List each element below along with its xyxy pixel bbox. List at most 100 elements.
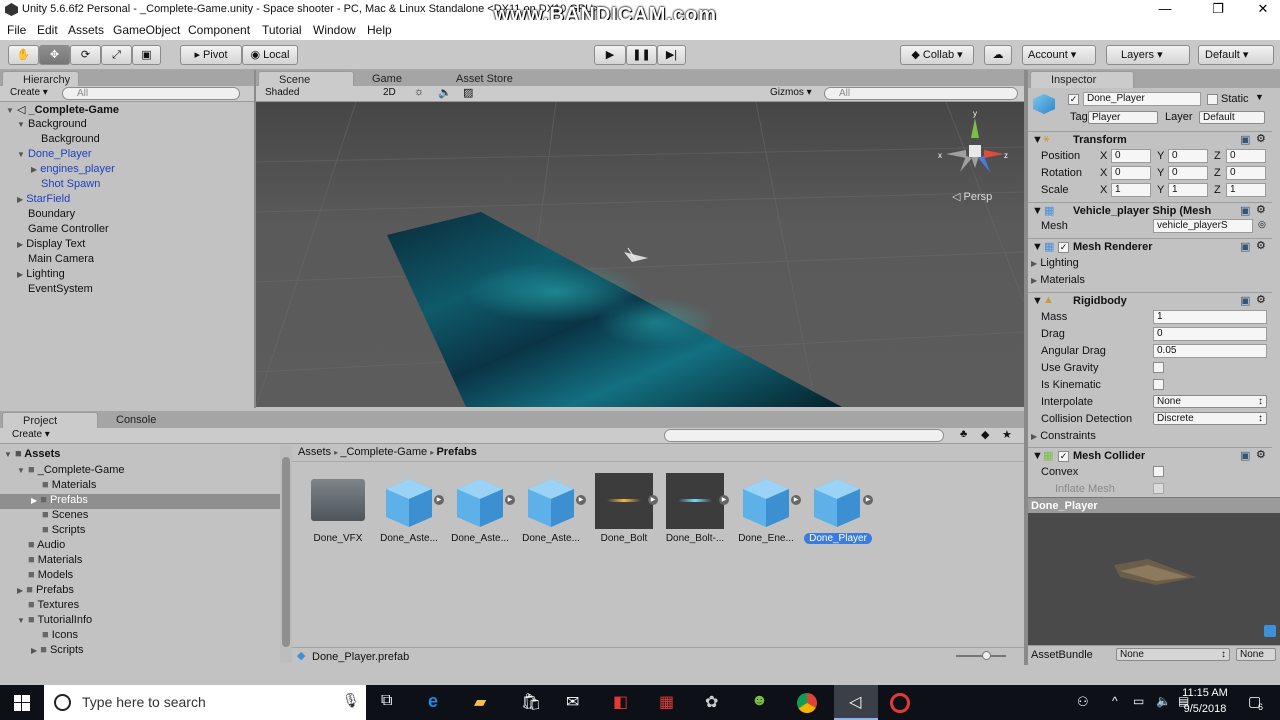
mesh-collider-header[interactable]: ▼ ▦ ✓ Mesh Collider ▣ ⚙ xyxy=(1028,447,1272,465)
menu-component[interactable]: Component xyxy=(188,23,250,37)
network-icon[interactable]: ▭ xyxy=(1133,694,1144,708)
chrome-icon[interactable] xyxy=(797,693,817,713)
expand-arrow-icon[interactable]: ▶ xyxy=(719,495,729,505)
list-item[interactable]: ▼ Done_Player xyxy=(17,148,92,160)
mail-icon[interactable]: ✉ xyxy=(566,692,579,712)
hand-tool-icon[interactable]: ✋ xyxy=(8,45,39,65)
static-checkbox[interactable] xyxy=(1207,94,1218,105)
gizmos-dropdown[interactable]: Gizmos ▾ xyxy=(770,87,812,98)
folder-item-selected[interactable]: ▶ ■ Prefabs xyxy=(0,494,280,509)
asset-label[interactable]: Done_VFX xyxy=(302,533,374,544)
scale-x[interactable]: 1 xyxy=(1111,183,1151,197)
layer-dropdown[interactable]: Default xyxy=(1199,111,1265,124)
close-icon[interactable]: ✕ xyxy=(1240,0,1280,20)
scene-root[interactable]: ▼ ◁ _Complete-Game xyxy=(6,103,119,116)
player-ship-icon[interactable] xyxy=(624,247,648,262)
scale-z[interactable]: 1 xyxy=(1226,183,1266,197)
tab-inspector[interactable]: Inspector xyxy=(1030,71,1134,88)
rotation-x[interactable]: 0 xyxy=(1111,166,1151,180)
bolt-thumbnail[interactable] xyxy=(666,473,724,529)
breadcrumb-prefabs[interactable]: Prefabs xyxy=(436,446,476,458)
menu-tutorial[interactable]: Tutorial xyxy=(262,23,302,37)
menu-file[interactable]: File xyxy=(7,23,26,37)
cloud-icon[interactable]: ☁ xyxy=(984,45,1012,65)
store-icon[interactable]: 🛍 xyxy=(521,692,541,712)
scale-tool-icon[interactable]: ⤢ xyxy=(101,45,132,65)
shading-dropdown[interactable]: Shaded xyxy=(265,87,299,98)
preview-settings-icon[interactable] xyxy=(1264,625,1276,637)
volume-icon[interactable]: 🔈 xyxy=(1156,694,1171,708)
expand-arrow-icon[interactable]: ▶ xyxy=(505,495,515,505)
project-search-input[interactable] xyxy=(664,429,944,442)
rotation-z[interactable]: 0 xyxy=(1226,166,1266,180)
account-dropdown[interactable]: Account ▾ xyxy=(1022,45,1096,65)
file-explorer-icon[interactable]: ▰ xyxy=(474,692,486,712)
help-icon[interactable]: ▣ xyxy=(1240,204,1250,217)
scale-y[interactable]: 1 xyxy=(1168,183,1208,197)
bandicam-icon[interactable] xyxy=(890,693,910,713)
convex-checkbox[interactable] xyxy=(1153,466,1164,477)
object-name-field[interactable]: Done_Player xyxy=(1083,92,1201,106)
folder-item[interactable]: ▶ ■ Prefabs xyxy=(17,584,74,596)
gear-icon[interactable]: ⚙ xyxy=(1256,203,1266,216)
object-picker-icon[interactable]: ◎ xyxy=(1258,219,1266,230)
mesh-filter-expander[interactable]: ▼ xyxy=(1032,205,1043,217)
assetbundle-variant-dropdown[interactable]: None xyxy=(1236,648,1276,661)
app-icon[interactable]: ▦ xyxy=(659,692,674,712)
list-item[interactable]: ▶ engines_player xyxy=(31,163,115,175)
icon-size-slider[interactable] xyxy=(956,655,1006,657)
rotate-tool-icon[interactable]: ⟳ xyxy=(70,45,101,65)
menu-window[interactable]: Window xyxy=(313,23,356,37)
mesh-renderer-expander[interactable]: ▼ xyxy=(1032,241,1043,253)
rigidbody-header[interactable]: ▼ ▲ Rigidbody ▣ ⚙ xyxy=(1028,292,1272,310)
rect-tool-icon[interactable]: ▣ xyxy=(132,45,161,65)
constraints-foldout[interactable]: ▶ Constraints xyxy=(1031,430,1096,442)
list-item[interactable]: EventSystem xyxy=(28,283,93,295)
transform-expander[interactable]: ▼ xyxy=(1032,134,1043,146)
expand-arrow-icon[interactable]: ▶ xyxy=(791,495,801,505)
tag-dropdown[interactable]: Player xyxy=(1088,111,1158,124)
help-icon[interactable]: ▣ xyxy=(1240,133,1250,146)
preview-header[interactable]: Done_Player xyxy=(1028,497,1280,513)
asset-label[interactable]: Done_Aste... xyxy=(373,533,445,544)
microphone-icon[interactable]: 🎙 xyxy=(342,692,360,709)
gear-icon[interactable]: ⚙ xyxy=(1256,448,1266,461)
help-icon[interactable]: ▣ xyxy=(1240,449,1250,462)
active-checkbox[interactable]: ✓ xyxy=(1068,94,1079,105)
list-item[interactable]: Game Controller xyxy=(28,223,109,235)
persp-label[interactable]: ◁ Persp xyxy=(952,190,992,203)
folder-icon[interactable] xyxy=(311,479,365,521)
move-tool-icon[interactable]: ✥ xyxy=(39,45,70,65)
menu-assets[interactable]: Assets xyxy=(68,23,104,37)
expand-arrow-icon[interactable]: ▶ xyxy=(648,495,658,505)
maximize-icon[interactable]: ❐ xyxy=(1195,0,1241,20)
icon-size-slider-thumb[interactable] xyxy=(982,651,991,660)
scene-viewport[interactable]: y z x ◁ Persp xyxy=(256,102,1024,407)
preview-viewport[interactable] xyxy=(1028,513,1280,645)
project-create-button[interactable]: Create ▾ xyxy=(12,429,50,440)
folder-item[interactable]: ■ Icons xyxy=(42,629,78,641)
folder-item[interactable]: ■ Models xyxy=(28,569,73,581)
list-item[interactable]: Boundary xyxy=(28,208,75,220)
help-icon[interactable]: ▣ xyxy=(1240,294,1250,307)
folder-item[interactable]: ▼ ■ Assets xyxy=(4,448,60,460)
effects-toggle-icon[interactable]: ▨ xyxy=(463,86,473,99)
local-toggle[interactable]: ◉ Local xyxy=(242,45,298,65)
list-item[interactable]: ▶ Lighting xyxy=(17,268,65,280)
list-item[interactable]: ▶ Display Text xyxy=(17,238,85,250)
breadcrumb-assets[interactable]: Assets xyxy=(298,446,331,458)
asset-label[interactable]: Done_Aste... xyxy=(444,533,516,544)
folder-item[interactable]: ▶ ■ Scripts xyxy=(31,644,84,656)
app-icon[interactable]: ☻ xyxy=(751,692,768,710)
expand-arrow-icon[interactable]: ▶ xyxy=(434,495,444,505)
collab-button[interactable]: ◆ Collab ▾ xyxy=(900,45,974,65)
mesh-collider-checkbox[interactable]: ✓ xyxy=(1058,451,1069,462)
materials-foldout[interactable]: ▶ Materials xyxy=(1031,274,1085,286)
layers-dropdown[interactable]: Layers ▾ xyxy=(1106,45,1190,65)
folder-item[interactable]: ■ Materials xyxy=(28,554,82,566)
play-button[interactable]: ▶ xyxy=(594,45,626,65)
windows-start-icon[interactable] xyxy=(14,695,30,711)
bolt-thumbnail[interactable] xyxy=(595,473,653,529)
prefab-cube-icon[interactable] xyxy=(810,475,864,529)
folder-scrollbar[interactable] xyxy=(280,445,292,663)
